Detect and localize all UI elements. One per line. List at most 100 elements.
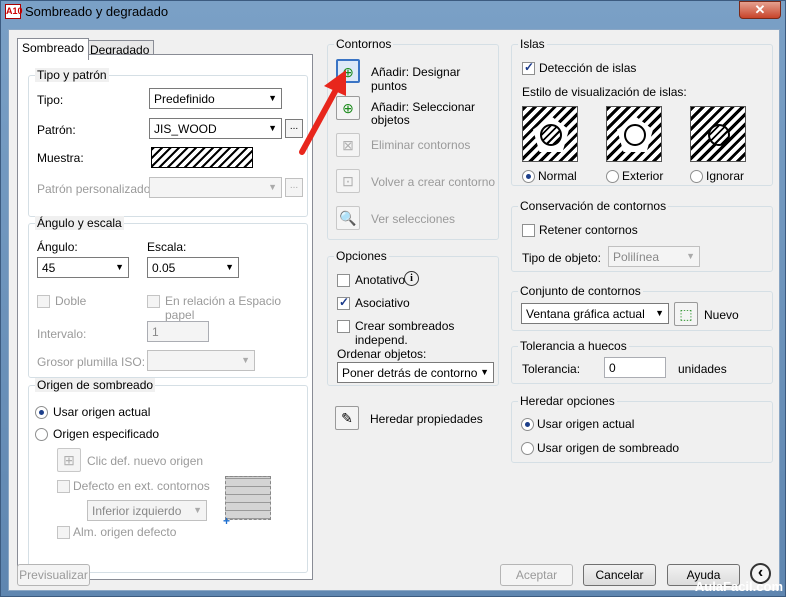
inferior-izquierdo-dropdown[interactable]: Inferior izquierdo xyxy=(87,500,207,521)
alm-origen-label: Alm. origen defecto xyxy=(73,525,177,539)
island-ignorar-preview[interactable] xyxy=(690,106,746,162)
heredar-usar-origen-actual-label: Usar origen actual xyxy=(537,417,635,431)
view-selections-label[interactable]: Ver selecciones xyxy=(371,212,455,226)
group-label: Heredar opciones xyxy=(518,394,617,408)
new-boundary-set-icon[interactable]: ⬚ xyxy=(674,302,698,326)
muestra-label: Muestra: xyxy=(37,151,84,165)
defecto-ext-checkbox[interactable] xyxy=(57,480,70,493)
crear-independientes-checkbox[interactable] xyxy=(337,320,350,333)
retener-contornos-checkbox[interactable] xyxy=(522,224,535,237)
relacion-papel-checkbox[interactable] xyxy=(147,295,160,308)
group-label: Tolerancia a huecos xyxy=(518,339,629,353)
island-exterior-preview[interactable] xyxy=(606,106,662,162)
clic-def-label: Clic def. nuevo origen xyxy=(87,454,204,468)
add-pick-points-label[interactable]: Añadir: Designar puntos xyxy=(371,65,498,93)
grosor-plumilla-label: Grosor plumilla ISO: xyxy=(37,355,146,369)
patron-personalizado-label: Patrón personalizado: xyxy=(37,182,154,196)
angulo-label: Ángulo: xyxy=(37,240,78,254)
group-label: Contornos xyxy=(334,37,394,51)
origin-marker-icon: + xyxy=(223,514,231,528)
group-label: Opciones xyxy=(334,249,389,263)
tolerancia-input[interactable]: 0 xyxy=(604,357,666,378)
origen-especificado-radio[interactable] xyxy=(35,428,48,441)
doble-label: Doble xyxy=(55,294,87,308)
tab-panel-sombreado: Tipo y patrón Tipo: Predefinido Patrón: … xyxy=(17,54,313,580)
group-label: Tipo y patrón xyxy=(35,68,109,82)
relacion-papel-label: En relación a Espacio papel xyxy=(165,294,282,322)
island-ignorar-radio[interactable] xyxy=(690,170,703,183)
ordenar-objetos-label: Ordenar objetos: xyxy=(337,347,427,361)
ordenar-objetos-dropdown[interactable]: Poner detrás de contorno xyxy=(337,362,494,383)
escala-label: Escala: xyxy=(147,240,187,254)
inherit-properties-label[interactable]: Heredar propiedades xyxy=(370,412,483,426)
dialog-body: Sombreado Degradado Tipo y patrón Tipo: … xyxy=(8,29,780,591)
island-normal-preview[interactable] xyxy=(522,106,578,162)
group-label: Origen de sombreado xyxy=(35,378,156,392)
asociativo-checkbox[interactable] xyxy=(337,295,350,310)
anotativo-label: Anotativo xyxy=(355,273,406,287)
pattern-swatch[interactable] xyxy=(151,147,253,168)
escala-dropdown[interactable]: 0.05 xyxy=(147,257,239,278)
patron-label: Patrón: xyxy=(37,123,76,137)
nuevo-label: Nuevo xyxy=(704,308,739,322)
tipo-dropdown[interactable]: Predefinido xyxy=(149,88,282,109)
view-selections-icon[interactable]: 🔍 xyxy=(336,206,360,230)
cancelar-button[interactable]: Cancelar xyxy=(583,564,656,586)
usar-origen-actual-radio[interactable] xyxy=(35,406,48,419)
island-ignorar-label: Ignorar xyxy=(706,169,745,183)
group-conjunto: Conjunto de contornos Ventana gráfica ac… xyxy=(511,284,773,331)
info-icon[interactable]: i xyxy=(404,271,419,286)
retener-contornos-label: Retener contornos xyxy=(539,223,638,237)
recreate-boundary-label[interactable]: Volver a crear contorno xyxy=(371,175,495,189)
island-normal-label: Normal xyxy=(538,169,577,183)
inherit-properties-icon[interactable]: ✎ xyxy=(335,406,359,430)
origin-preview-image xyxy=(225,476,271,520)
group-label: Conjunto de contornos xyxy=(518,284,643,298)
tipo-objeto-dropdown[interactable]: Polilínea xyxy=(608,246,700,267)
origen-especificado-label: Origen especificado xyxy=(53,427,160,441)
doble-checkbox[interactable] xyxy=(37,295,50,308)
tipo-objeto-label: Tipo de objeto: xyxy=(522,251,601,265)
defecto-ext-label: Defecto en ext. contornos xyxy=(73,479,210,493)
tolerancia-label: Tolerancia: xyxy=(522,362,581,376)
group-islas: Islas Detección de islas Estilo de visua… xyxy=(511,37,773,186)
group-label: Conservación de contornos xyxy=(518,199,669,213)
island-normal-radio[interactable] xyxy=(522,170,535,183)
patron-personalizado-browse-button[interactable]: ... xyxy=(285,178,303,197)
asociativo-label: Asociativo xyxy=(355,296,410,310)
angulo-dropdown[interactable]: 45 xyxy=(37,257,129,278)
heredar-usar-origen-actual-radio[interactable] xyxy=(521,418,534,431)
dialog-window: A10 Sombreado y degradado ✕ Sombreado De… xyxy=(0,0,786,597)
deteccion-islas-checkbox[interactable] xyxy=(522,60,535,75)
close-button[interactable]: ✕ xyxy=(739,1,781,19)
remove-boundaries-label[interactable]: Eliminar contornos xyxy=(371,138,470,152)
intervalo-input[interactable]: 1 xyxy=(147,321,209,342)
deteccion-islas-label: Detección de islas xyxy=(539,61,637,75)
grosor-plumilla-dropdown[interactable] xyxy=(147,350,255,371)
tab-sombreado[interactable]: Sombreado xyxy=(17,38,90,60)
add-select-objects-label[interactable]: Añadir: Seleccionar objetos xyxy=(371,101,481,127)
group-angulo-escala: Ángulo y escala Ángulo: 45 Escala: 0.05 … xyxy=(28,216,308,378)
tipo-label: Tipo: xyxy=(37,93,64,107)
red-arrow-annotation xyxy=(299,70,346,155)
estilo-islas-label: Estilo de visualización de islas: xyxy=(522,85,687,99)
island-exterior-radio[interactable] xyxy=(606,170,619,183)
watermark: AulaFacil.com xyxy=(694,579,783,594)
group-tolerancia: Tolerancia a huecos Tolerancia: 0 unidad… xyxy=(511,339,773,384)
pick-origin-icon[interactable]: ⊞ xyxy=(57,448,81,472)
unidades-label: unidades xyxy=(678,362,727,376)
window-title: Sombreado y degradado xyxy=(25,4,169,19)
previsualizar-button[interactable]: Previsualizar xyxy=(17,564,90,586)
island-exterior-label: Exterior xyxy=(622,169,664,183)
group-label: Ángulo y escala xyxy=(35,216,124,230)
group-label: Islas xyxy=(518,37,547,51)
patron-personalizado-dropdown[interactable] xyxy=(149,177,282,198)
heredar-usar-origen-sombreado-label: Usar origen de sombreado xyxy=(537,441,680,455)
conjunto-dropdown[interactable]: Ventana gráfica actual xyxy=(521,303,669,324)
alm-origen-checkbox[interactable] xyxy=(57,526,70,539)
patron-dropdown[interactable]: JIS_WOOD xyxy=(149,118,282,139)
anotativo-checkbox[interactable] xyxy=(337,274,350,287)
recreate-boundary-icon[interactable]: ⊡ xyxy=(336,169,360,193)
heredar-usar-origen-sombreado-radio[interactable] xyxy=(521,442,534,455)
aceptar-button[interactable]: Aceptar xyxy=(500,564,573,586)
